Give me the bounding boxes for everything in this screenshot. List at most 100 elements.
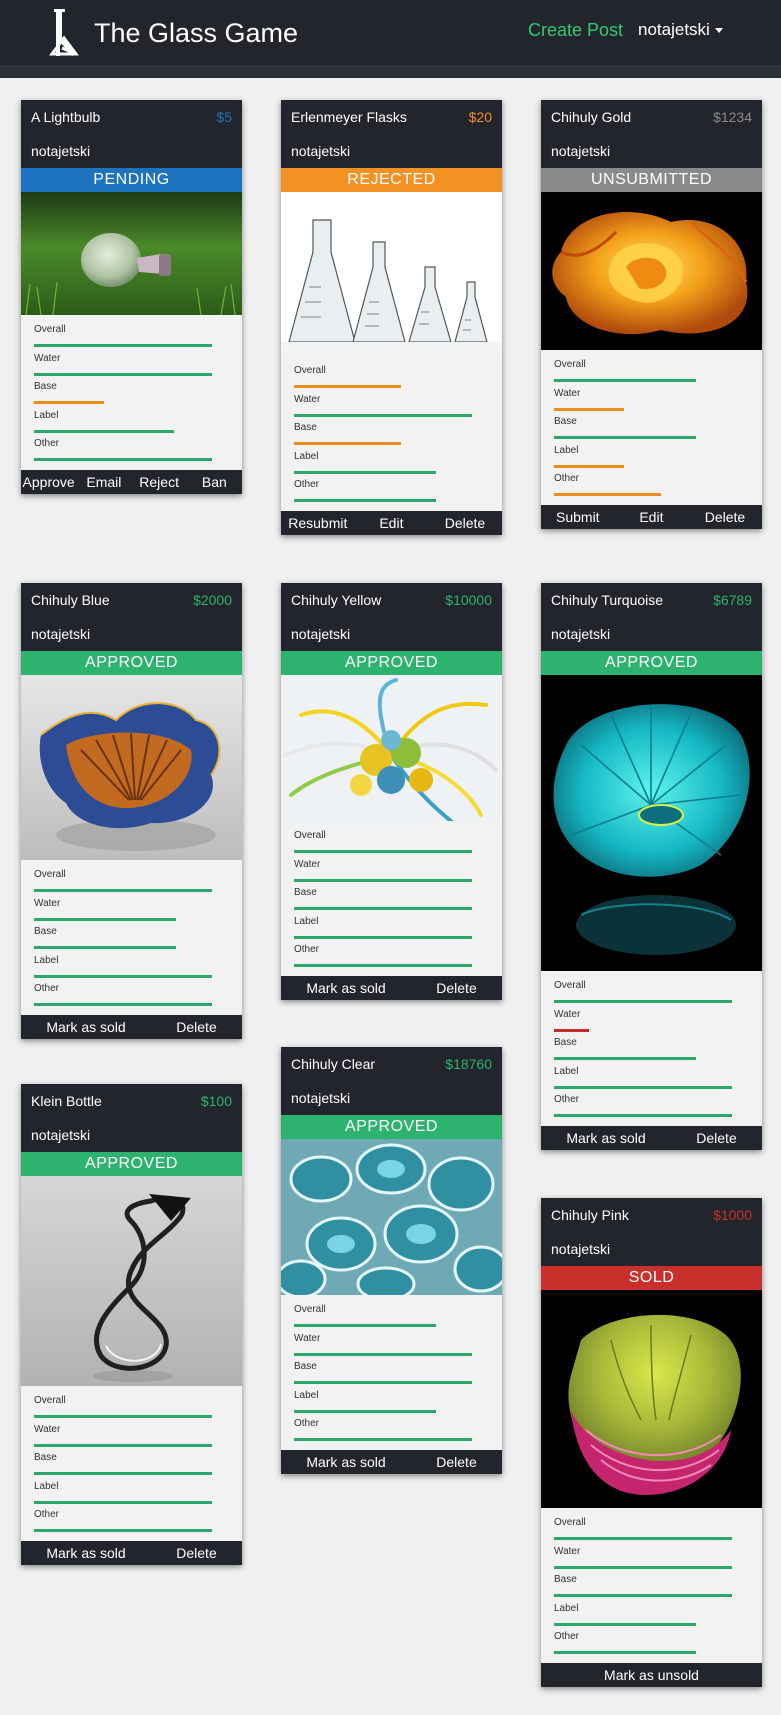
mark-as-sold-button[interactable]: Mark as sold (541, 1130, 671, 1146)
mark-as-sold-button[interactable]: Mark as sold (21, 1545, 151, 1561)
klein-bottle-image[interactable] (21, 1176, 242, 1386)
edit-button[interactable]: Edit (355, 515, 429, 531)
rating-row: Base (554, 413, 748, 442)
edit-button[interactable]: Edit (615, 509, 689, 525)
turquoise-image[interactable] (541, 675, 762, 971)
mark-as-sold-button[interactable]: Mark as sold (281, 1454, 411, 1470)
ban-button[interactable]: Ban (187, 474, 242, 490)
post-card: Chihuly Blue $2000 notajetski APPROVED Over… (21, 583, 242, 1039)
gold-image[interactable] (541, 192, 762, 350)
rating-bar (34, 344, 213, 347)
delete-button[interactable]: Delete (688, 509, 762, 525)
card-owner[interactable]: notajetski (551, 1241, 610, 1257)
lightbulb-image[interactable] (21, 192, 242, 315)
card-title[interactable]: Chihuly Pink (551, 1207, 629, 1223)
rating-bar (34, 1415, 213, 1418)
resubmit-button[interactable]: Resubmit (281, 515, 355, 531)
delete-button[interactable]: Delete (151, 1545, 242, 1561)
rating-label: Water (554, 387, 581, 399)
brand-link[interactable]: The Glass Game (46, 8, 298, 58)
rating-label: Other (554, 1631, 580, 1643)
card-owner[interactable]: notajetski (291, 1090, 350, 1106)
mark-as-sold-button[interactable]: Mark as sold (281, 980, 411, 996)
rating-label: Overall (294, 830, 326, 841)
card-header: Chihuly Clear $18760 notajetski (281, 1047, 502, 1115)
card-title[interactable]: Chihuly Gold (551, 109, 631, 125)
card-owner[interactable]: notajetski (551, 626, 610, 642)
card-actions: Submit Edit Delete (541, 504, 762, 529)
post-card: Chihuly Yellow $10000 notajetski APPROVED O… (281, 583, 502, 1000)
card-actions: Resubmit Edit Delete (281, 510, 502, 535)
card-header: Klein Bottle $100 notajetski (21, 1084, 242, 1152)
approve-button[interactable]: Approve (21, 474, 76, 490)
card-owner[interactable]: notajetski (31, 1127, 90, 1143)
rating-bar (294, 1409, 436, 1413)
rating-bar (554, 1565, 733, 1569)
status-badge: APPROVED (21, 651, 242, 675)
card-price: $6789 (713, 592, 752, 608)
mark-as-sold-button[interactable]: Mark as sold (21, 1019, 151, 1035)
card-price: $1000 (713, 1207, 752, 1223)
pink-image[interactable] (541, 1290, 762, 1508)
delete-button[interactable]: Delete (411, 980, 502, 996)
blue-image[interactable] (21, 675, 242, 860)
email-button[interactable]: Email (76, 474, 131, 490)
ratings-list: Overall Water Base Label Other (21, 315, 242, 470)
card-owner[interactable]: notajetski (31, 143, 90, 159)
status-badge: APPROVED (281, 1115, 502, 1139)
rating-bar (294, 442, 401, 446)
rating-bar (294, 1324, 436, 1327)
rating-row: Label (554, 1600, 748, 1629)
rating-bar (34, 372, 213, 376)
rating-label: Overall (554, 1517, 586, 1528)
card-title[interactable]: A Lightbulb (31, 109, 100, 125)
rating-row: Label (294, 913, 488, 942)
rating-bar (294, 385, 401, 388)
delete-button[interactable]: Delete (671, 1130, 762, 1146)
card-title[interactable]: Klein Bottle (31, 1093, 102, 1109)
post-card: A Lightbulb $5 notajetski PENDING Overall Wa… (21, 100, 242, 494)
rating-label: Water (34, 352, 61, 364)
post-card: Chihuly Pink $1000 notajetski SOLD Overall W… (541, 1198, 762, 1687)
rating-row: Base (294, 884, 488, 913)
card-header: Chihuly Pink $1000 notajetski (541, 1198, 762, 1266)
ratings-list: Overall Water Base Label Other (541, 971, 762, 1126)
card-owner[interactable]: notajetski (31, 626, 90, 642)
flasks-image[interactable] (281, 192, 502, 356)
card-owner[interactable]: notajetski (291, 626, 350, 642)
card-title[interactable]: Chihuly Clear (291, 1056, 375, 1072)
card-title[interactable]: Chihuly Blue (31, 592, 110, 608)
status-badge: APPROVED (541, 651, 762, 675)
card-title[interactable]: Chihuly Turquoise (551, 592, 663, 608)
rating-label: Overall (294, 1304, 326, 1315)
rating-label: Base (554, 1574, 577, 1586)
create-post-link[interactable]: Create Post (528, 20, 623, 41)
card-actions: Mark as sold Delete (21, 1540, 242, 1565)
yellow-image[interactable] (281, 675, 502, 821)
card-title[interactable]: Erlenmeyer Flasks (291, 109, 407, 125)
rating-row: Other (34, 1506, 228, 1535)
clear-image[interactable] (281, 1139, 502, 1295)
card-price: $20 (468, 109, 492, 125)
card-actions: Mark as sold Delete (281, 1449, 502, 1474)
rating-bar (34, 401, 104, 405)
delete-button[interactable]: Delete (428, 515, 502, 531)
card-title[interactable]: Chihuly Yellow (291, 592, 381, 608)
rating-row: Overall (554, 1514, 748, 1543)
ratings-list: Overall Water Base Label Other (541, 350, 762, 505)
card-owner[interactable]: notajetski (551, 143, 610, 159)
card-price: $10000 (445, 592, 492, 608)
rating-row: Water (34, 350, 228, 379)
rating-bar (554, 1085, 733, 1089)
rating-bar (34, 917, 176, 921)
rating-label: Base (554, 416, 577, 428)
rating-label: Overall (34, 324, 66, 335)
user-menu[interactable]: notajetski (638, 20, 723, 40)
rating-row: Overall (34, 866, 228, 895)
delete-button[interactable]: Delete (151, 1019, 242, 1035)
reject-button[interactable]: Reject (132, 474, 187, 490)
submit-button[interactable]: Submit (541, 509, 615, 525)
card-owner[interactable]: notajetski (291, 143, 350, 159)
mark-as-unsold-button[interactable]: Mark as unsold (541, 1667, 762, 1683)
delete-button[interactable]: Delete (411, 1454, 502, 1470)
